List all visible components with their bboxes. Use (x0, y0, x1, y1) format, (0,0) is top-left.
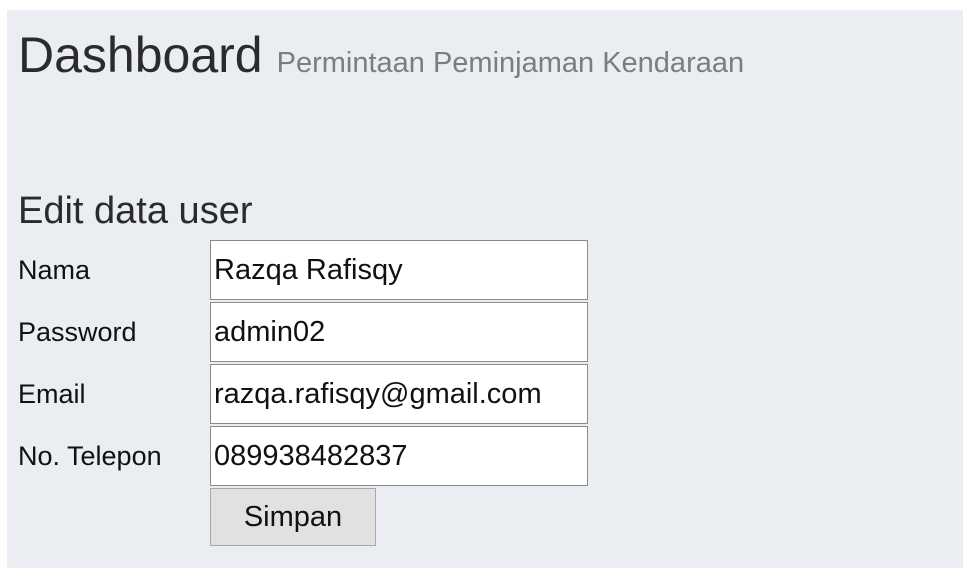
submit-spacer (17, 488, 208, 548)
nama-input[interactable] (210, 240, 588, 300)
form-row-nama: Nama (17, 240, 588, 300)
telepon-input[interactable] (210, 426, 588, 486)
telepon-cell (210, 426, 588, 486)
submit-cell: Simpan (210, 488, 588, 548)
nama-cell (210, 240, 588, 300)
page-header: Dashboard Permintaan Peminjaman Kendaraan (18, 26, 744, 84)
form-row-password: Password (17, 302, 588, 362)
nama-label: Nama (18, 254, 91, 285)
page-content: Dashboard Permintaan Peminjaman Kendaraan… (7, 10, 963, 568)
email-cell (210, 364, 588, 424)
telepon-label: No. Telepon (18, 440, 162, 471)
form-row-submit: Simpan (17, 488, 588, 548)
email-input[interactable] (210, 364, 588, 424)
password-cell (210, 302, 588, 362)
password-label: Password (18, 316, 137, 347)
simpan-button[interactable]: Simpan (210, 488, 376, 546)
page-subtitle: Permintaan Peminjaman Kendaraan (276, 47, 745, 79)
page-title: Dashboard (18, 27, 263, 83)
password-input[interactable] (210, 302, 588, 362)
form-heading: Edit data user (18, 190, 253, 232)
form-row-email: Email (17, 364, 588, 424)
form-row-telepon: No. Telepon (17, 426, 588, 486)
email-label: Email (18, 378, 86, 409)
edit-user-form: Nama Password Email No. Telepon Simpan (15, 238, 590, 550)
